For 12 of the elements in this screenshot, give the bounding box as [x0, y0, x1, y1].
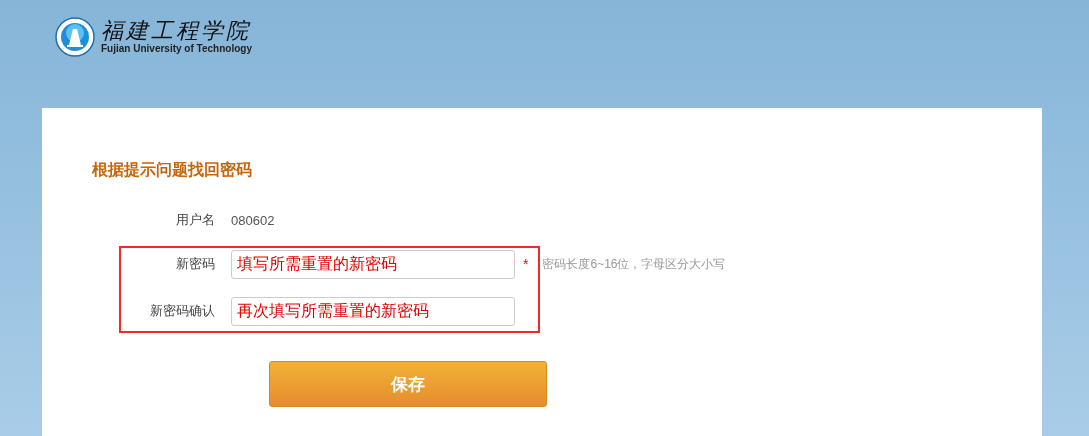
- hint-text: 密码长度6~16位，字母区分大小写: [542, 255, 726, 273]
- field-label: 新密码: [175, 255, 215, 273]
- logo-subtitle: Fujian University of Technology: [101, 43, 252, 55]
- form-title: 根据提示问题找回密码: [92, 160, 252, 180]
- required-mark: *: [523, 256, 529, 272]
- username-value: 080602: [231, 212, 275, 228]
- input-field[interactable]: 填写所需重置的新密码: [231, 249, 515, 279]
- input-field[interactable]: 再次填写所需重置的新密码: [231, 296, 515, 326]
- university-emblem-icon: [55, 17, 95, 57]
- field-label: 用户名: [175, 211, 215, 229]
- field-label: 新密码确认: [149, 302, 215, 320]
- logo-title: 福建工程学院: [101, 19, 252, 43]
